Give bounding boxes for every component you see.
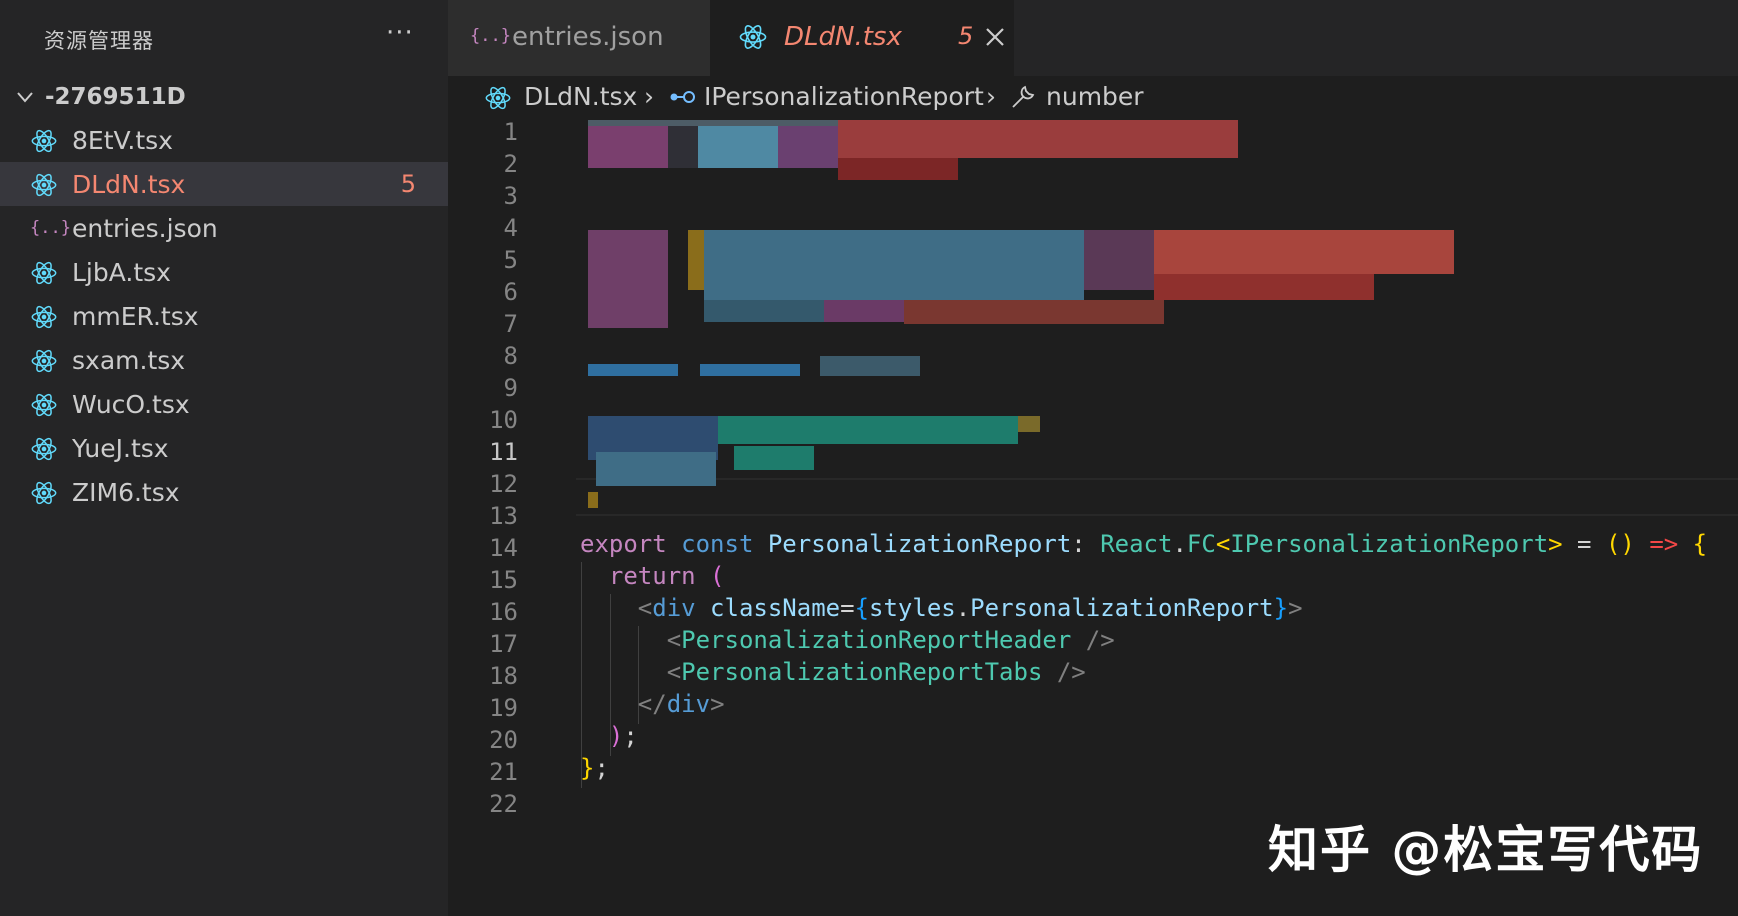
- file-name: ZIM6.tsx: [72, 478, 180, 507]
- breadcrumb-file[interactable]: DLdN.tsx: [524, 82, 637, 111]
- file-name: LjbA.tsx: [72, 258, 171, 287]
- line-number: 6: [503, 278, 518, 306]
- file-name: sxam.tsx: [72, 346, 186, 375]
- react-icon: [31, 173, 57, 197]
- line-number-gutter: 1 2 3 4 5 6 7 8 9 10 11 12 13 14 15 16 17 18 19 20 21 22: [448, 120, 538, 916]
- folder-row[interactable]: -2769511D: [0, 76, 448, 118]
- react-icon: [31, 261, 57, 285]
- wrench-icon: [1012, 85, 1035, 108]
- chevron-right-icon: ›: [986, 82, 996, 111]
- file-name: entries.json: [72, 214, 218, 243]
- problem-count-badge: 5: [400, 170, 416, 198]
- code-line-21: };: [580, 754, 609, 782]
- code-line-20: );: [608, 722, 638, 750]
- react-icon: [31, 393, 57, 417]
- file-item[interactable]: ZIM6.tsx: [0, 470, 448, 514]
- line-number: 5: [503, 246, 518, 274]
- line-number: 15: [489, 566, 518, 594]
- file-item[interactable]: mmER.tsx: [0, 294, 448, 338]
- chevron-down-icon: [17, 92, 33, 103]
- react-icon: [31, 481, 57, 505]
- code-editor[interactable]: 1 2 3 4 5 6 7 8 9 10 11 12 13 14 15 16 17 18 19 20 21 22: [448, 120, 1738, 916]
- line-number: 16: [489, 598, 518, 626]
- watermark: 知乎 @松宝写代码: [1268, 821, 1704, 879]
- tab-bar: {..} entries.json DLdN.tsx 5: [448, 0, 1738, 76]
- json-icon: {..}: [30, 218, 71, 238]
- line-number: 19: [489, 694, 518, 722]
- react-icon: [485, 86, 511, 110]
- current-line-highlight: [576, 478, 1738, 516]
- file-name: DLdN.tsx: [72, 170, 186, 199]
- file-item[interactable]: DLdN.tsx 5: [0, 162, 448, 206]
- react-icon: [31, 129, 57, 153]
- file-name: YueJ.tsx: [72, 434, 169, 463]
- file-item[interactable]: sxam.tsx: [0, 338, 448, 382]
- line-number: 12: [489, 470, 518, 498]
- line-number: 13: [489, 502, 518, 530]
- breadcrumb-property[interactable]: number: [1046, 82, 1144, 111]
- react-icon: [31, 349, 57, 373]
- file-item[interactable]: {..} entries.json: [0, 206, 448, 250]
- file-item[interactable]: LjbA.tsx: [0, 250, 448, 294]
- file-name: WucO.tsx: [72, 390, 190, 419]
- react-icon: [31, 437, 57, 461]
- line-number: 8: [503, 342, 518, 370]
- file-item[interactable]: WucO.tsx: [0, 382, 448, 426]
- line-number: 10: [489, 406, 518, 434]
- explorer-header: 资源管理器 ···: [0, 0, 448, 76]
- code-line-16: <div className={styles.PersonalizationRe…: [637, 594, 1303, 622]
- chevron-right-icon: ›: [644, 82, 654, 111]
- code-line-17: <PersonalizationReportHeader />: [666, 626, 1115, 654]
- breadcrumb: DLdN.tsx › IPersonalizationReport › numb…: [448, 76, 1738, 120]
- breadcrumb-interface[interactable]: IPersonalizationReport: [704, 82, 984, 111]
- code-line-19: </div>: [637, 690, 725, 718]
- folder-name: -2769511D: [45, 84, 186, 110]
- close-icon[interactable]: [982, 24, 1008, 50]
- explorer-title: 资源管理器: [44, 29, 154, 53]
- interface-icon: [670, 91, 695, 103]
- tab-label: DLdN.tsx: [784, 22, 902, 52]
- tab-label: entries.json: [512, 22, 664, 52]
- react-icon: [739, 25, 767, 49]
- line-number: 18: [489, 662, 518, 690]
- line-number: 4: [503, 214, 518, 242]
- file-name: 8EtV.tsx: [72, 126, 173, 155]
- line-number: 17: [489, 630, 518, 658]
- tab-entries-json[interactable]: {..} entries.json: [448, 0, 710, 76]
- line-number: 3: [503, 182, 518, 210]
- line-number: 2: [503, 150, 518, 178]
- code-line-14: export const PersonalizationReport: Reac…: [580, 530, 1708, 558]
- line-number: 9: [503, 374, 518, 402]
- explorer-sidebar: 资源管理器 ··· -2769511D 8EtV.tsx DLdN.tsx 5 {..…: [0, 0, 448, 916]
- problem-count-badge: 5: [958, 22, 974, 50]
- line-number: 11: [489, 438, 518, 466]
- line-number: 7: [503, 310, 518, 338]
- tab-dldn-tsx[interactable]: DLdN.tsx 5: [710, 0, 1014, 76]
- line-number: 21: [489, 758, 518, 786]
- line-number: 20: [489, 726, 518, 754]
- file-name: mmER.tsx: [72, 302, 199, 331]
- json-icon: {..}: [470, 26, 511, 46]
- more-actions-icon[interactable]: ···: [386, 18, 414, 48]
- react-icon: [31, 305, 57, 329]
- file-item[interactable]: 8EtV.tsx: [0, 118, 448, 162]
- line-number: 14: [489, 534, 518, 562]
- code-line-15: return (: [608, 562, 725, 590]
- file-item[interactable]: YueJ.tsx: [0, 426, 448, 470]
- code-line-18: <PersonalizationReportTabs />: [666, 658, 1086, 686]
- line-number: 22: [489, 790, 518, 818]
- line-number: 1: [503, 120, 518, 146]
